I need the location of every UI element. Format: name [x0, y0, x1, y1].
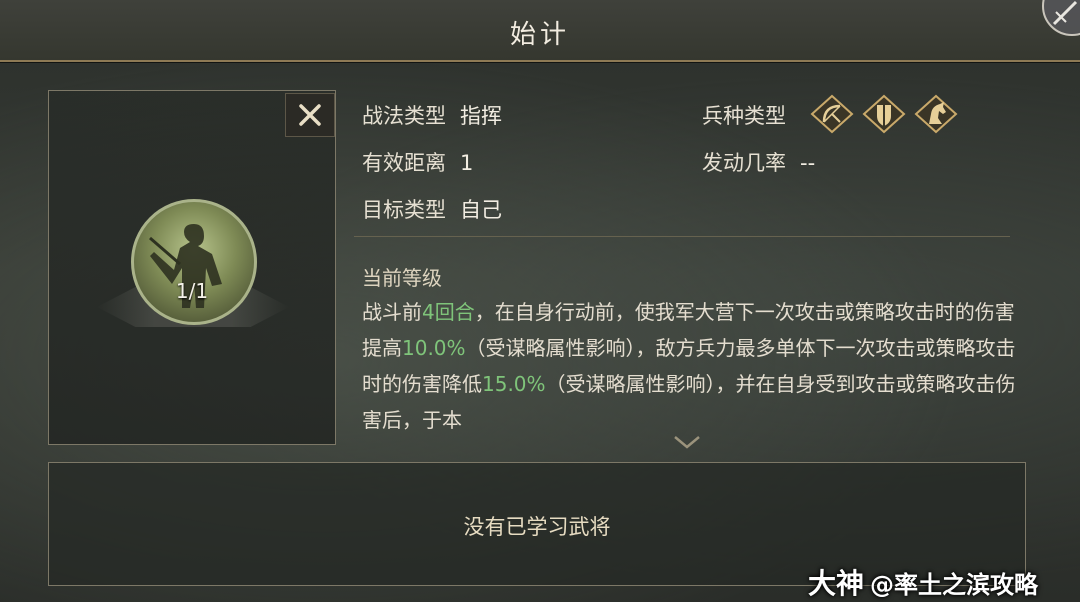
range-value: 1 — [460, 151, 474, 175]
skill-portrait-icon — [131, 199, 257, 325]
troop-icons — [810, 94, 958, 134]
skill-type-label: 战法类型 — [362, 104, 446, 128]
trigger-rate-row: 发动几率 -- — [702, 147, 815, 177]
range-label: 有效距离 — [362, 151, 446, 175]
description-text: 战斗前 — [362, 300, 422, 324]
watermark: 大神 @率土之滨攻略 — [808, 562, 1038, 602]
chevron-down-icon[interactable] — [672, 434, 702, 450]
watermark-text: @率土之滨攻略 — [870, 571, 1039, 599]
skill-type-row: 战法类型 指挥 — [362, 100, 502, 130]
trigger-rate-label: 发动几率 — [702, 151, 786, 175]
highlight-value: 15.0% — [482, 372, 546, 396]
skill-panel: 1/1 — [48, 90, 336, 445]
target-label: 目标类型 — [362, 198, 446, 222]
horse-icon — [914, 94, 958, 134]
highlight-value: 4回合 — [422, 300, 475, 324]
divider — [354, 236, 1010, 237]
watermark-brand: 大神 — [808, 567, 865, 600]
troop-type-row: 兵种类型 — [702, 100, 786, 130]
skill-type-value: 指挥 — [460, 104, 502, 128]
highlight-value: 10.0% — [402, 336, 466, 360]
page-title: 始计 — [509, 20, 570, 50]
trigger-rate-value: -- — [800, 151, 816, 175]
target-row: 目标类型 自己 — [362, 194, 502, 224]
target-value: 自己 — [460, 198, 502, 222]
skill-level: 1/1 — [175, 279, 209, 303]
title-bar: 始计 — [0, 0, 1080, 62]
bow-icon — [810, 94, 854, 134]
skill-description[interactable]: 战斗前4回合，在自身行动前，使我军大营下一次攻击或策略攻击时的伤害提高10.0%… — [362, 294, 1018, 444]
close-icon — [299, 104, 321, 126]
range-row: 有效距离 1 — [362, 147, 473, 177]
shield-icon — [862, 94, 906, 134]
current-level-title: 当前等级 — [362, 266, 442, 290]
close-button[interactable] — [285, 93, 335, 137]
empty-generals-text: 没有已学习武将 — [463, 515, 611, 539]
troop-type-label: 兵种类型 — [702, 104, 786, 128]
